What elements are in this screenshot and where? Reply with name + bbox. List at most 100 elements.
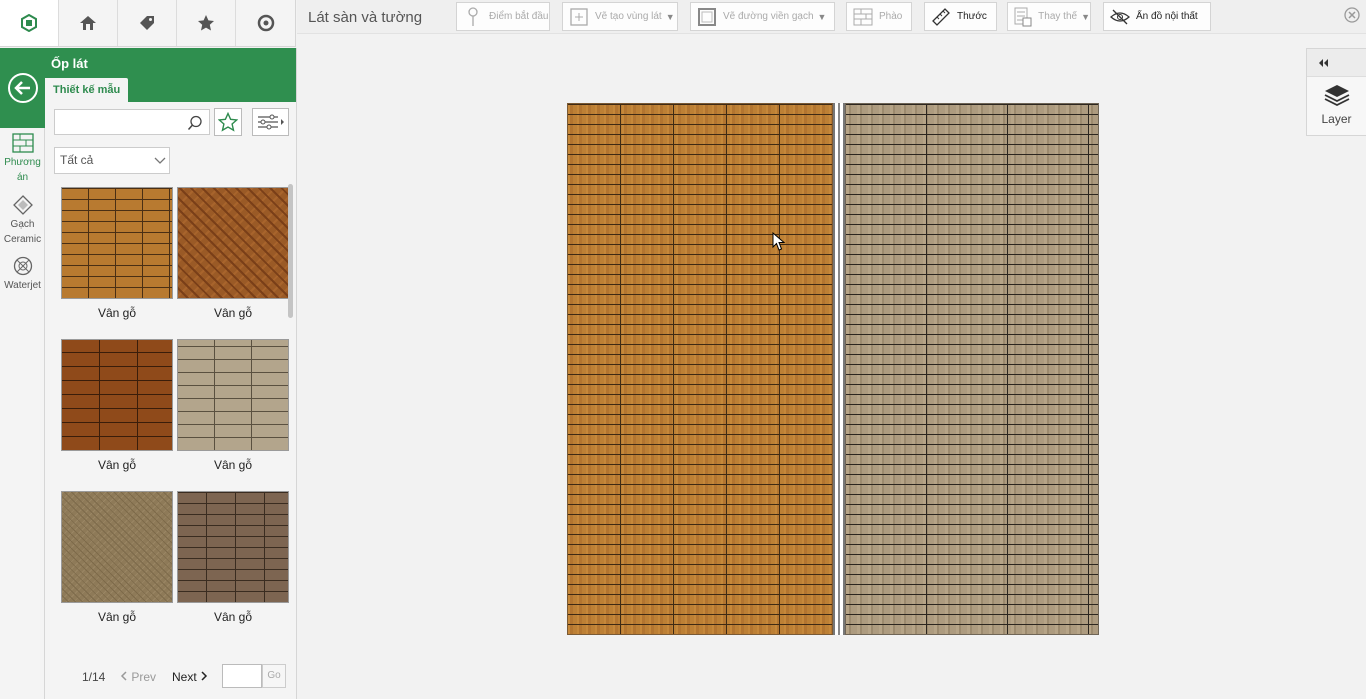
tile-label: Vân gỗ [213, 306, 253, 320]
filter-settings-button[interactable] [252, 108, 289, 136]
hide-furniture-button[interactable]: Ẩn đồ nội thất [1103, 2, 1211, 31]
rail-item-gach-ceramic[interactable]: Gạch Ceramic [0, 195, 45, 247]
molding-button[interactable]: Phào [846, 2, 912, 31]
dropdown-arrow-icon: ▼ [817, 11, 827, 22]
tile-thumbnail [177, 339, 289, 451]
molding-label: Phào [879, 11, 903, 22]
toolbar-title: Lát sàn và tường [308, 9, 423, 26]
draw-region-button[interactable]: Vẽ tạo vùng lát ▼ [562, 2, 678, 31]
wall-surface-left[interactable] [567, 103, 833, 635]
draw-border-button[interactable]: Vẽ đường viền gạch ▼ [690, 2, 835, 31]
tile-thumbnail [177, 491, 289, 603]
sliders-icon [257, 114, 284, 130]
favorites-filter-button[interactable] [214, 108, 242, 136]
house-icon [80, 16, 96, 30]
ceramic-tile-icon [12, 195, 33, 215]
nav-tab-favorites[interactable] [177, 0, 236, 46]
prev-page-button[interactable]: Prev [120, 670, 156, 684]
category-select[interactable]: Tất cả [54, 147, 170, 174]
close-button[interactable] [1344, 7, 1360, 23]
tag-icon [140, 16, 154, 30]
nav-tab-tag[interactable] [118, 0, 177, 46]
tile-thumbnail [177, 187, 289, 299]
collapse-button[interactable] [1307, 49, 1366, 77]
pagination: 1/14 Prev Next Go [45, 662, 297, 690]
chevron-down-icon [154, 157, 166, 164]
compass-icon [257, 14, 274, 32]
rail-item-phuong-an[interactable]: Phương án [0, 133, 45, 185]
search-icon [187, 115, 202, 130]
rail-item-label: Phương [4, 157, 41, 168]
mouse-cursor-icon [772, 232, 786, 251]
layer-button[interactable]: Layer [1307, 84, 1366, 126]
back-button[interactable] [0, 48, 45, 128]
tile-label: Vân gỗ [97, 306, 137, 320]
toolbar: Lát sàn và tường Điểm bắt đầu Vẽ tạo vùn… [297, 0, 1366, 34]
tile-label: Vân gỗ [213, 458, 253, 472]
page-number-input[interactable] [222, 664, 262, 688]
tile-library-panel: Ốp lát Thiết kế mẫu Tất cả Vân gỗ Vân gỗ… [45, 48, 297, 699]
double-chevron-left-icon [1319, 58, 1328, 67]
page-indicator: 1/14 [82, 670, 106, 684]
panel-header: Ốp lát Thiết kế mẫu [45, 48, 296, 102]
design-canvas[interactable] [297, 35, 1366, 699]
layer-label: Layer [1321, 112, 1352, 126]
dropdown-arrow-icon: ▼ [1081, 11, 1090, 22]
ruler-button[interactable]: Thước [924, 2, 997, 31]
tab-thiet-ke-mau[interactable]: Thiết kế mẫu [45, 78, 129, 102]
add-region-icon [570, 7, 588, 26]
dropdown-arrow-icon: ▼ [665, 11, 675, 22]
replace-label: Thay thế [1038, 11, 1078, 22]
start-point-label: Điểm bắt đầu [489, 11, 549, 22]
close-icon [1344, 7, 1360, 23]
hide-furniture-label: Ẩn đồ nội thất [1136, 11, 1198, 22]
panel-scrollbar[interactable] [288, 184, 293, 318]
back-arrow-icon [7, 73, 38, 103]
nav-tab-house[interactable] [59, 0, 118, 46]
nav-tab-explore[interactable] [236, 0, 295, 46]
layer-panel: Layer [1306, 48, 1366, 136]
start-point-button[interactable]: Điểm bắt đầu [456, 2, 550, 31]
search-input[interactable] [54, 109, 210, 135]
grid-icon [11, 133, 34, 153]
wall-surface-right[interactable] [845, 103, 1099, 635]
draw-border-label: Vẽ đường viền gạch [723, 11, 814, 22]
chevron-left-icon [120, 671, 127, 681]
ruler-icon [932, 7, 950, 26]
border-icon [698, 7, 716, 26]
tile-card[interactable]: Vân gỗ [61, 491, 173, 624]
draw-region-label: Vẽ tạo vùng lát [595, 11, 662, 22]
tile-card[interactable]: Vân gỗ [177, 339, 289, 472]
next-page-button[interactable]: Next [172, 670, 208, 684]
ruler-label: Thước [957, 11, 987, 22]
rail-item-label: Gạch [10, 219, 35, 230]
rail-item-waterjet[interactable]: Waterjet [0, 256, 45, 293]
chevron-right-icon [201, 671, 208, 681]
app-logo-icon [21, 14, 37, 32]
wall-divider [833, 103, 845, 635]
star-outline-icon [218, 112, 238, 132]
pin-icon [468, 6, 478, 26]
main-nav [0, 0, 296, 47]
next-label: Next [172, 670, 197, 684]
category-select-value: Tất cả [60, 153, 94, 167]
tile-label: Vân gỗ [213, 610, 253, 624]
rail-item-label: Ceramic [3, 234, 42, 245]
tile-thumbnail [61, 491, 173, 603]
nav-tab-home[interactable] [0, 0, 59, 46]
tile-label: Vân gỗ [97, 610, 137, 624]
panel-title: Ốp lát [51, 56, 88, 71]
go-button[interactable]: Go [262, 664, 286, 688]
tile-card[interactable]: Vân gỗ [61, 187, 173, 320]
rail-item-label: án [16, 172, 29, 183]
prev-label: Prev [131, 670, 157, 684]
tile-card[interactable]: Vân gỗ [177, 491, 289, 624]
tile-card[interactable]: Vân gỗ [61, 339, 173, 472]
tile-thumbnail [61, 187, 173, 299]
layers-icon [1324, 85, 1349, 107]
tile-card[interactable]: Vân gỗ [177, 187, 289, 320]
molding-icon [853, 8, 873, 25]
eye-off-icon [1110, 9, 1130, 24]
replace-button[interactable]: Thay thế ▼ [1007, 2, 1091, 31]
replace-icon [1014, 7, 1032, 26]
